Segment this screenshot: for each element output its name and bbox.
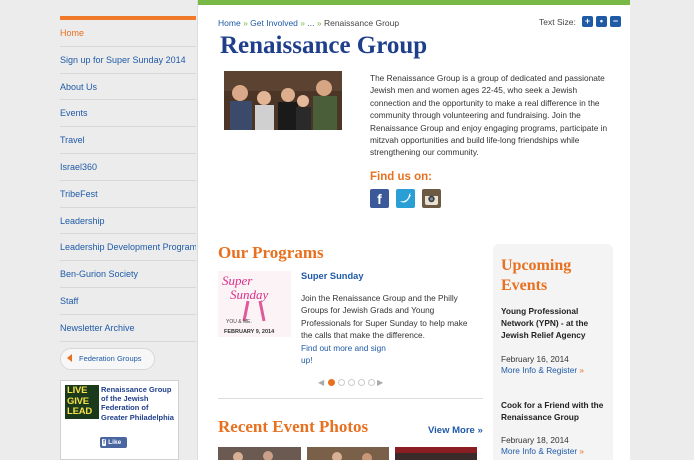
sidebar-item-tribefest[interactable]: TribeFest: [60, 181, 196, 208]
sidebar-item-events[interactable]: Events: [60, 100, 196, 128]
sidebar-item-newsletter-archive[interactable]: Newsletter Archive: [60, 315, 196, 342]
breadcrumb: Home » Get Involved » ... » Renaissance …: [218, 18, 399, 28]
sidebar-item-super-sunday-signup[interactable]: Sign up for Super Sunday 2014: [60, 47, 196, 74]
caret-left-icon: [67, 354, 72, 363]
event-link-label: More Info & Register: [501, 365, 578, 375]
group-photo: [224, 71, 342, 130]
section-divider: [218, 398, 483, 399]
breadcrumb-separator: »: [243, 18, 248, 28]
upcoming-events-panel: Upcoming Events Young Professional Netwo…: [493, 244, 613, 460]
event-date: February 16, 2014: [501, 354, 569, 364]
sidebar-item-leadership-development[interactable]: Leadership Development Program: [60, 234, 196, 262]
twitter-icon[interactable]: [396, 189, 415, 208]
sidebar-item-ben-gurion-society[interactable]: Ben-Gurion Society: [60, 261, 196, 288]
event-photo-thumbnail[interactable]: [218, 447, 301, 460]
event-title[interactable]: Young Professional Network (YPN) - at th…: [501, 305, 609, 342]
federation-logo[interactable]: LIVE GIVE LEAD: [65, 385, 99, 419]
sidebar-item-israel360[interactable]: Israel360: [60, 154, 196, 181]
image-text-sunday: Sunday: [230, 287, 269, 302]
federation-groups-button[interactable]: Federation Groups: [60, 347, 155, 370]
event-photo-thumbnail[interactable]: [395, 447, 477, 460]
double-chevron-right-icon: »: [579, 446, 585, 456]
event-link-label: More Info & Register: [501, 446, 578, 456]
carousel-prev-icon[interactable]: ◀: [318, 378, 324, 387]
super-sunday-image[interactable]: Super Sunday YOU & ME. FEBRUARY 9, 2014: [218, 271, 291, 337]
breadcrumb-separator: »: [300, 18, 306, 28]
event-title[interactable]: Cook for a Friend with the Renaissance G…: [501, 399, 609, 423]
event-photo-thumbnail[interactable]: [307, 447, 389, 460]
breadcrumb-ellipsis[interactable]: ...: [307, 18, 314, 28]
program-title-link[interactable]: Super Sunday: [301, 271, 364, 281]
text-size-reset-button[interactable]: •: [596, 16, 607, 27]
upcoming-events-heading: Upcoming Events: [501, 257, 572, 294]
image-text-date: FEBRUARY 9, 2014: [224, 329, 275, 335]
text-size-increase-button[interactable]: +: [582, 16, 593, 27]
instagram-icon[interactable]: [422, 189, 441, 208]
program-signup-link[interactable]: Find out more and sign up!: [301, 342, 391, 367]
carousel-dot[interactable]: [358, 379, 365, 386]
breadcrumb-get-involved[interactable]: Get Involved: [250, 18, 298, 28]
photos-heading: Recent Event Photos: [218, 417, 369, 436]
carousel-dot[interactable]: [348, 379, 355, 386]
breadcrumb-separator: »: [316, 18, 322, 28]
text-size-decrease-button[interactable]: −: [610, 16, 621, 27]
program-carousel-pager: ◀ ▶: [318, 378, 383, 388]
image-text-super: Super: [222, 273, 253, 288]
federation-groups-label: Federation Groups: [79, 353, 142, 363]
sidebar-item-home[interactable]: Home: [60, 20, 196, 47]
sidebar-item-leadership[interactable]: Leadership: [60, 208, 196, 235]
sidebar-nav: Home Sign up for Super Sunday 2014 About…: [60, 16, 196, 460]
image-text-you-me: YOU & ME.: [226, 319, 252, 325]
event-date: February 18, 2014: [501, 435, 569, 445]
like-label: Like: [108, 439, 122, 446]
sidebar-item-staff[interactable]: Staff: [60, 288, 196, 315]
find-us-heading: Find us on:: [370, 171, 432, 183]
facebook-icon: f: [102, 439, 107, 446]
programs-heading: Our Programs: [218, 243, 324, 262]
carousel-dot[interactable]: [328, 379, 335, 386]
carousel-dot[interactable]: [338, 379, 345, 386]
text-size-label: Text Size:: [539, 17, 576, 27]
program-description: Join the Renaissance Group and the Phill…: [301, 293, 468, 341]
sidebar-item-travel[interactable]: Travel: [60, 127, 196, 154]
carousel-next-icon[interactable]: ▶: [377, 378, 383, 387]
logo-line-lead: LEAD: [67, 406, 93, 417]
breadcrumb-home[interactable]: Home: [218, 18, 241, 28]
page-title: Renaissance Group: [220, 32, 428, 59]
facebook-page-widget: LIVE GIVE LEAD Renaissance Group of the …: [60, 380, 179, 460]
event-more-info-link[interactable]: More Info & Register »: [501, 446, 584, 456]
event-more-info-link[interactable]: More Info & Register »: [501, 365, 584, 375]
facebook-page-name[interactable]: Renaissance Group of the Jewish Federati…: [101, 385, 177, 422]
double-chevron-right-icon: »: [579, 365, 585, 375]
sidebar-item-about-us[interactable]: About Us: [60, 74, 196, 101]
view-more-photos-link[interactable]: View More »: [428, 425, 483, 436]
facebook-icon[interactable]: f: [370, 189, 389, 208]
facebook-like-button[interactable]: f Like: [100, 437, 127, 448]
main-accent-bar: [198, 0, 630, 5]
main-content: Home » Get Involved » ... » Renaissance …: [197, 0, 630, 460]
logo-line-live: LIVE: [67, 385, 88, 396]
intro-paragraph: The Renaissance Group is a group of dedi…: [370, 73, 608, 158]
breadcrumb-current: Renaissance Group: [323, 18, 400, 28]
carousel-dot[interactable]: [368, 379, 375, 386]
